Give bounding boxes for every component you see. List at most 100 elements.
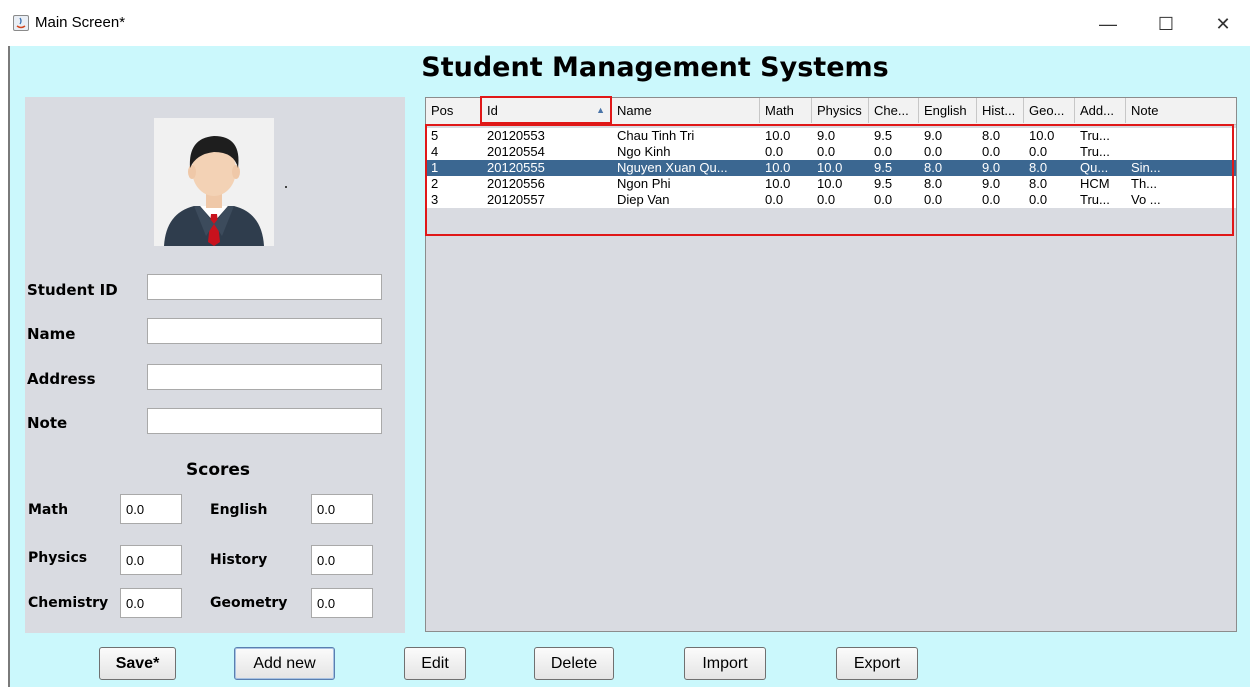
table-row[interactable]: 2 20120556 Ngon Phi 10.0 10.0 9.5 8.0 9.0 8.0 HCM… <box>426 176 1236 192</box>
column-header-note[interactable]: Note <box>1126 98 1236 123</box>
column-header-pos[interactable]: Pos <box>426 98 482 123</box>
export-button[interactable]: Export <box>836 647 918 680</box>
cell-id: 20120555 <box>487 160 545 175</box>
cell-math: 0.0 <box>765 144 784 159</box>
name-input[interactable] <box>147 318 382 344</box>
cell-chemistry: 0.0 <box>874 192 893 207</box>
delete-button[interactable]: Delete <box>534 647 614 680</box>
cell-note: Sin... <box>1131 160 1161 175</box>
cell-note: Th... <box>1131 176 1158 191</box>
cell-pos: 4 <box>431 144 439 159</box>
add-new-button[interactable]: Add new <box>234 647 335 680</box>
sort-ascending-icon: ▲ <box>596 105 605 115</box>
cell-geometry: 8.0 <box>1029 176 1048 191</box>
cell-english: 8.0 <box>924 176 943 191</box>
history-score-input[interactable] <box>311 545 373 575</box>
cell-pos: 3 <box>431 192 439 207</box>
cell-chemistry: 0.0 <box>874 144 893 159</box>
cell-geometry: 0.0 <box>1029 192 1048 207</box>
cell-address: Tru... <box>1080 192 1110 207</box>
java-app-icon <box>13 15 29 31</box>
column-header-chemistry[interactable]: Che... <box>869 98 919 123</box>
scores-heading: Scores <box>186 460 251 480</box>
cell-pos: 2 <box>431 176 439 191</box>
cell-note: Vo ... <box>1131 192 1161 207</box>
physics-score-input[interactable] <box>120 545 182 575</box>
cell-name: Nguyen Xuan Qu... <box>617 160 728 175</box>
cell-chemistry: 9.5 <box>874 176 893 191</box>
english-label: English <box>210 502 268 518</box>
column-header-id-label: Id <box>487 103 498 118</box>
english-score-input[interactable] <box>311 494 373 524</box>
cell-address: HCM <box>1080 176 1110 191</box>
student-id-input[interactable] <box>147 274 382 300</box>
address-label: Address <box>27 370 96 388</box>
column-header-physics[interactable]: Physics <box>812 98 869 123</box>
chemistry-score-input[interactable] <box>120 588 182 618</box>
save-button[interactable]: Save* <box>99 647 176 680</box>
avatar-dot <box>285 186 287 188</box>
cell-physics: 0.0 <box>817 144 836 159</box>
math-label: Math <box>28 502 69 518</box>
chemistry-label: Chemistry <box>28 595 109 611</box>
cell-name: Diep Van <box>617 192 670 207</box>
cell-address: Tru... <box>1080 144 1110 159</box>
physics-label: Physics <box>28 550 88 566</box>
cell-name: Chau Tinh Tri <box>617 128 695 143</box>
maximize-button[interactable]: ☐ <box>1143 8 1189 40</box>
student-avatar <box>154 118 274 246</box>
cell-english: 0.0 <box>924 192 943 207</box>
cell-chemistry: 9.5 <box>874 160 893 175</box>
cell-english: 0.0 <box>924 144 943 159</box>
cell-physics: 10.0 <box>817 176 843 191</box>
column-header-english[interactable]: English <box>919 98 977 123</box>
cell-name: Ngon Phi <box>617 176 671 191</box>
window-title: Main Screen* <box>35 14 126 31</box>
cell-history: 0.0 <box>982 144 1001 159</box>
cell-note <box>1126 144 1236 160</box>
cell-chemistry: 9.5 <box>874 128 893 143</box>
history-label: History <box>210 552 268 568</box>
cell-english: 8.0 <box>924 160 943 175</box>
name-label: Name <box>27 325 76 343</box>
cell-history: 8.0 <box>982 128 1001 143</box>
column-header-address[interactable]: Add... <box>1075 98 1126 123</box>
cell-geometry: 8.0 <box>1029 160 1048 175</box>
cell-address: Qu... <box>1080 160 1109 175</box>
cell-physics: 0.0 <box>817 192 836 207</box>
column-header-math[interactable]: Math <box>760 98 812 123</box>
edit-button[interactable]: Edit <box>404 647 466 680</box>
cell-id: 20120553 <box>487 128 545 143</box>
note-label: Note <box>27 414 68 432</box>
cell-history: 9.0 <box>982 176 1001 191</box>
cell-english: 9.0 <box>924 128 943 143</box>
table-row[interactable]: 5 20120553 Chau Tinh Tri 10.0 9.0 9.5 9.0 8.0 10… <box>426 128 1236 144</box>
geometry-score-input[interactable] <box>311 588 373 618</box>
cell-math: 10.0 <box>765 176 791 191</box>
column-header-name[interactable]: Name <box>612 98 760 123</box>
cell-id: 20120556 <box>487 176 545 191</box>
minimize-button[interactable]: — <box>1085 8 1131 40</box>
cell-math: 10.0 <box>765 160 791 175</box>
geometry-label: Geometry <box>210 595 288 611</box>
cell-history: 9.0 <box>982 160 1001 175</box>
column-header-geometry[interactable]: Geo... <box>1024 98 1075 123</box>
note-input[interactable] <box>147 408 382 434</box>
cell-physics: 9.0 <box>817 128 836 143</box>
math-score-input[interactable] <box>120 494 182 524</box>
address-input[interactable] <box>147 364 382 390</box>
import-button[interactable]: Import <box>684 647 766 680</box>
close-button[interactable]: ✕ <box>1200 8 1246 40</box>
cell-math: 10.0 <box>765 128 791 143</box>
column-header-id[interactable]: Id ▲ <box>482 98 612 123</box>
cell-math: 0.0 <box>765 192 784 207</box>
table-row[interactable]: 4 20120554 Ngo Kinh 0.0 0.0 0.0 0.0 0.0 0.0 Tru..… <box>426 144 1236 160</box>
table-row[interactable]: 1 20120555 Nguyen Xuan Qu... 10.0 10.0 9.5 8.0… <box>426 160 1236 176</box>
student-id-label: Student ID <box>27 281 118 299</box>
cell-history: 0.0 <box>982 192 1001 207</box>
table-row[interactable]: 3 20120557 Diep Van 0.0 0.0 0.0 0.0 0.0 0.0 Tru..… <box>426 192 1236 208</box>
column-header-history[interactable]: Hist... <box>977 98 1024 123</box>
window-titlebar: Main Screen* — ☐ ✕ <box>0 0 1250 46</box>
cell-pos: 1 <box>431 160 439 175</box>
cell-address: Tru... <box>1080 128 1110 143</box>
